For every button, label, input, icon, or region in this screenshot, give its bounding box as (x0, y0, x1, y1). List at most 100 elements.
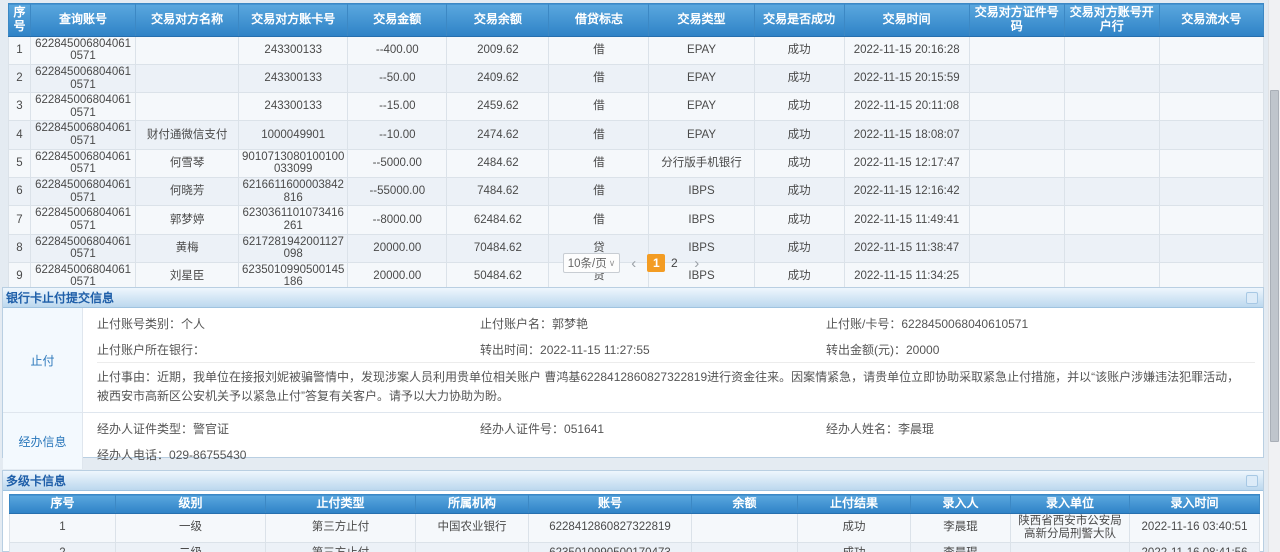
column-header[interactable]: 查询账号 (31, 4, 136, 37)
info-field: 止付账号类别：个人 (97, 315, 480, 332)
column-header[interactable]: 交易对方证件号码 (969, 4, 1064, 37)
table-cell: 郭梦婷 (136, 206, 239, 234)
field-value: 2022-11-15 11:27:55 (540, 343, 650, 357)
table-cell (416, 543, 529, 552)
table-cell: 2022-11-15 20:15:59 (844, 64, 969, 92)
table-cell: 成功 (754, 64, 844, 92)
table-cell (1159, 178, 1263, 206)
vertical-scrollbar[interactable] (1268, 0, 1280, 552)
page-button-2[interactable]: 2 (665, 254, 683, 272)
column-header[interactable]: 交易类型 (649, 4, 754, 37)
table-cell: 9010713080100100033099 (239, 149, 348, 177)
table-cell: 二级 (116, 543, 266, 552)
table-cell: 借 (549, 36, 649, 64)
field-value: 029-86755430 (169, 448, 246, 462)
field-value: 警官证 (193, 422, 229, 436)
field-value: 郭梦艳 (552, 317, 588, 331)
stop-payment-panel-body: 止付止付账号类别：个人止付账户名：郭梦艳止付账/卡号：6228450068040… (3, 308, 1263, 469)
chevron-down-icon: ∨ (609, 258, 616, 269)
table-cell: 陕西省西安市公安局高新分局刑警大队 (1011, 513, 1130, 542)
table-cell: 成功 (754, 206, 844, 234)
table-row[interactable]: 36228450068040610571243300133--15.002459… (9, 93, 1264, 121)
column-header[interactable]: 录入人 (911, 495, 1011, 514)
field-label: 经办人证件号： (480, 422, 564, 436)
info-field: 转出金额(元)：20000 (826, 341, 1255, 358)
column-header[interactable]: 交易对方账卡号 (239, 4, 348, 37)
column-header[interactable]: 交易是否成功 (754, 4, 844, 37)
stop-payment-reason-text: 止付事由：近期，我单位在接报刘妮被骗警情中，发现涉案人员利用贵单位相关账户 曹鸿… (97, 362, 1255, 410)
page-size-select[interactable]: 10条/页 ∨ (563, 253, 621, 273)
table-row[interactable]: 16228450068040610571243300133--400.00200… (9, 36, 1264, 64)
table-cell: 2474.62 (447, 121, 549, 149)
table-cell: 借 (549, 149, 649, 177)
column-header[interactable]: 交易时间 (844, 4, 969, 37)
column-header[interactable]: 止付类型 (266, 495, 416, 514)
table-cell: 7484.62 (447, 178, 549, 206)
table-row[interactable]: 2二级第三方止付6235010990500170473成功李晨琨2022-11-… (10, 543, 1260, 552)
column-header[interactable]: 止付结果 (798, 495, 911, 514)
table-cell: 2 (9, 64, 31, 92)
table-cell: 2022-11-15 18:08:07 (844, 121, 969, 149)
table-row[interactable]: 1一级第三方止付中国农业银行6228412860827322819成功李晨琨陕西… (10, 513, 1260, 542)
field-value: 李晨琨 (898, 422, 934, 436)
table-cell (969, 36, 1064, 64)
info-group: 止付止付账号类别：个人止付账户名：郭梦艳止付账/卡号：6228450068040… (3, 308, 1263, 413)
column-header[interactable]: 序号 (10, 495, 116, 514)
field-row: 止付账户所在银行：转出时间：2022-11-15 11:27:55转出金额(元)… (97, 336, 1255, 362)
prev-page-button[interactable]: ‹ (629, 256, 638, 271)
field-label: 转出金额(元)： (826, 343, 906, 357)
table-row[interactable]: 56228450068040610571何雪琴90107130801001000… (9, 149, 1264, 177)
table-cell (969, 178, 1064, 206)
table-cell: --55000.00 (348, 178, 447, 206)
info-field: 止付账/卡号：6228450068040610571 (826, 315, 1255, 332)
multi-card-panel-title: 多级卡信息 (6, 471, 66, 491)
next-page-button[interactable]: › (692, 256, 701, 271)
field-row: 止付账号类别：个人止付账户名：郭梦艳止付账/卡号：622845006804061… (97, 310, 1255, 336)
column-header[interactable]: 级别 (116, 495, 266, 514)
table-cell: 6228450068040610571 (31, 178, 136, 206)
table-row[interactable]: 76228450068040610571郭梦婷62303611010734162… (9, 206, 1264, 234)
column-header[interactable]: 借贷标志 (549, 4, 649, 37)
column-header[interactable]: 序号 (9, 4, 31, 37)
field-row: 经办人电话：029-86755430 (97, 441, 1255, 467)
column-header[interactable]: 交易金额 (348, 4, 447, 37)
scrollbar-thumb[interactable] (1270, 90, 1279, 442)
table-cell: 243300133 (239, 93, 348, 121)
table-row[interactable]: 66228450068040610571何晓芳62166116000038428… (9, 178, 1264, 206)
table-cell: 成功 (754, 149, 844, 177)
collapse-icon[interactable] (1246, 292, 1258, 304)
column-header[interactable]: 交易对方名称 (136, 4, 239, 37)
table-cell: --50.00 (348, 64, 447, 92)
table-row[interactable]: 26228450068040610571243300133--50.002409… (9, 64, 1264, 92)
table-cell: 成功 (798, 543, 911, 552)
table-cell: 借 (549, 64, 649, 92)
table-cell: 何晓芳 (136, 178, 239, 206)
table-cell: 6228450068040610571 (31, 93, 136, 121)
column-header[interactable]: 交易余额 (447, 4, 549, 37)
table-cell: 3 (9, 93, 31, 121)
column-header[interactable]: 交易对方账号开户行 (1064, 4, 1159, 37)
group-label: 止付 (3, 308, 83, 412)
info-field: 经办人证件号：051641 (480, 420, 826, 437)
column-header[interactable]: 录入时间 (1130, 495, 1260, 514)
stop-payment-panel-header: 银行卡止付提交信息 (3, 288, 1263, 308)
table-cell: 6228450068040610571 (31, 206, 136, 234)
page-button-1[interactable]: 1 (647, 254, 665, 272)
stop-payment-panel-title: 银行卡止付提交信息 (6, 288, 114, 308)
table-cell (692, 513, 798, 542)
table-cell: 李晨琨 (911, 543, 1011, 552)
column-header[interactable]: 余额 (692, 495, 798, 514)
column-header[interactable]: 所属机构 (416, 495, 529, 514)
collapse-icon[interactable] (1246, 475, 1258, 487)
table-cell: 2009.62 (447, 36, 549, 64)
table-cell: 2022-11-15 11:49:41 (844, 206, 969, 234)
column-header[interactable]: 账号 (529, 495, 692, 514)
table-cell (1064, 93, 1159, 121)
column-header[interactable]: 交易流水号 (1159, 4, 1263, 37)
field-label: 经办人电话： (97, 448, 169, 462)
column-header[interactable]: 录入单位 (1011, 495, 1130, 514)
table-cell (1064, 178, 1159, 206)
table-cell: 2022-11-15 12:16:42 (844, 178, 969, 206)
table-row[interactable]: 46228450068040610571财付通微信支付1000049901--1… (9, 121, 1264, 149)
transactions-table-body: 16228450068040610571243300133--400.00200… (9, 36, 1264, 319)
